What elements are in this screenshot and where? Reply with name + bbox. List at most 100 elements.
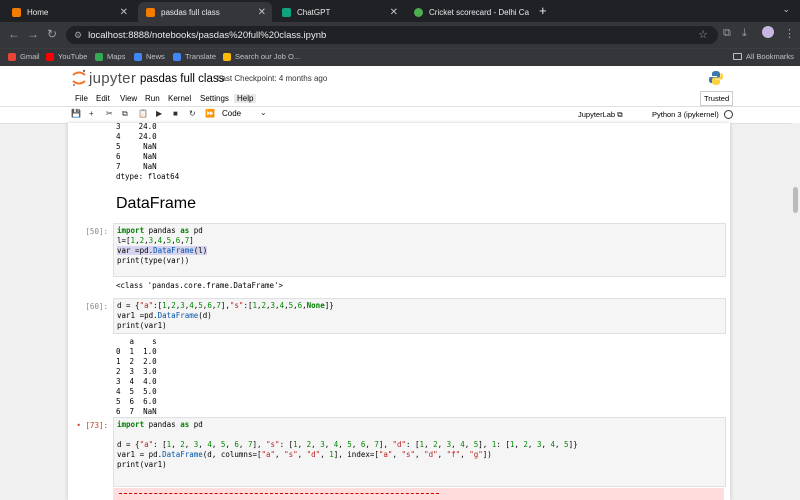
site-info-icon[interactable]: ⚙: [74, 30, 82, 41]
code-token: ,: [198, 440, 208, 449]
python-logo-icon: [709, 71, 723, 85]
youtube-icon: [46, 52, 54, 61]
stop-icon[interactable]: ■: [173, 109, 178, 118]
chevron-down-icon[interactable]: ⌄: [782, 4, 790, 15]
code-token: ,: [324, 440, 334, 449]
bookmark-maps[interactable]: Maps: [95, 52, 125, 61]
code-token: None: [306, 301, 325, 310]
code-token: ,: [275, 450, 285, 459]
code-token: "g": [469, 450, 483, 459]
cell-output-series: 3 24.0 4 24.0 5 NaN 6 NaN 7 NaN dtype: f…: [116, 123, 180, 181]
cricket-favicon-icon: [414, 7, 423, 17]
error-divider: [119, 493, 439, 494]
code-token: DataFrame: [157, 311, 199, 320]
add-cell-icon[interactable]: +: [89, 109, 94, 118]
code-token: ): [202, 246, 208, 255]
code-editor[interactable]: d = {"a":[1,2,3,4,5,6,7],"s":[1,2,3,4,5,…: [114, 299, 725, 333]
menu-kernel[interactable]: Kernel: [168, 94, 191, 103]
trusted-badge[interactable]: Trusted: [700, 91, 734, 106]
tab-pasdas-full-class[interactable]: pasdas full class ✕: [138, 2, 272, 22]
forward-icon[interactable]: →: [27, 27, 39, 41]
code-token: ],: [478, 440, 492, 449]
tab-home[interactable]: Home ✕: [4, 2, 134, 22]
code-token: ,: [184, 440, 194, 449]
code-editor[interactable]: import pandas as pd l=[1,2,3,4,5,6,7] va…: [114, 224, 725, 268]
code-token: ,: [437, 440, 447, 449]
cell-type-select[interactable]: Code: [222, 109, 241, 118]
code-token: ,: [311, 440, 321, 449]
menu-run[interactable]: Run: [145, 94, 160, 103]
menu-help[interactable]: Help: [234, 94, 257, 103]
new-tab-icon[interactable]: +: [539, 3, 547, 18]
code-token: : [: [279, 440, 294, 449]
close-icon[interactable]: ✕: [120, 7, 128, 18]
omnibox[interactable]: ⚙ localhost:8888/notebooks/pasdas%20full…: [66, 26, 718, 44]
bookmark-job-search[interactable]: Search our Job O...: [223, 52, 300, 61]
all-bookmarks[interactable]: All Bookmarks: [733, 52, 794, 61]
bookmark-news[interactable]: News: [134, 52, 165, 61]
code-token: d = {: [117, 301, 140, 310]
last-checkpoint: Last Checkpoint: 4 months ago: [217, 74, 328, 83]
menu-edit[interactable]: Edit: [96, 94, 110, 103]
reload-icon[interactable]: ↻: [47, 27, 57, 41]
avatar[interactable]: [762, 26, 774, 38]
tab-label: Cricket scorecard - Delhi Ca...: [429, 7, 529, 17]
bookmark-gmail[interactable]: Gmail: [8, 52, 40, 61]
restart-run-all-icon[interactable]: ⏩: [205, 109, 215, 118]
translate-icon: [173, 52, 181, 61]
scrollbar-thumb[interactable]: [793, 187, 798, 213]
copy-icon[interactable]: ⧉: [122, 109, 128, 119]
bookmark-translate[interactable]: Translate: [173, 52, 216, 61]
code-token: ,: [297, 440, 307, 449]
notebook-panel: 3 24.0 4 24.0 5 NaN 6 NaN 7 NaN dtype: f…: [68, 123, 730, 500]
browser-tab-strip: Home ✕ pasdas full class ✕ ChatGPT ✕ Cri…: [0, 0, 800, 22]
download-icon[interactable]: ⤓: [742, 27, 747, 40]
more-menu-icon[interactable]: ⋮: [784, 27, 795, 40]
paste-icon[interactable]: 📋: [138, 109, 148, 118]
code-token: ,: [297, 450, 307, 459]
tab-chatgpt[interactable]: ChatGPT ✕: [274, 2, 404, 22]
code-cell-73[interactable]: import pandas as pd d = {"a": [1, 2, 3, …: [113, 417, 726, 487]
jupyter-favicon-icon: [12, 7, 21, 17]
code-token: (d, columns=[: [202, 450, 262, 459]
code-token: "a": [261, 450, 276, 459]
save-icon[interactable]: 💾: [71, 109, 81, 118]
jupyter-favicon-icon: [146, 7, 155, 17]
cut-icon[interactable]: ✂: [106, 109, 113, 118]
run-icon[interactable]: ▶: [156, 109, 162, 118]
gmail-icon: [8, 52, 16, 61]
tab-cricket-scorecard[interactable]: Cricket scorecard - Delhi Ca...: [406, 2, 536, 22]
restart-icon[interactable]: ↻: [189, 109, 196, 118]
menu-file[interactable]: File: [75, 94, 88, 103]
menu-view[interactable]: View: [120, 94, 137, 103]
kernel-name[interactable]: Python 3 (ipykernel): [652, 110, 719, 119]
cell-output-60: a s 0 1 1.0 1 2 2.0 2 3 3.0 3 4 4.0 4 5 …: [116, 337, 157, 416]
code-token: ,: [351, 440, 361, 449]
bookmark-youtube[interactable]: YouTube: [46, 52, 87, 61]
code-token: pandas: [144, 226, 181, 235]
jupyterlab-link[interactable]: JupyterLab ⧉: [578, 110, 623, 120]
code-token: "s": [401, 450, 416, 459]
page-scrollbar[interactable]: [791, 123, 800, 500]
tab-label: ChatGPT: [297, 7, 331, 17]
code-editor[interactable]: import pandas as pd d = {"a": [1, 2, 3, …: [114, 418, 725, 472]
code-cell-50[interactable]: import pandas as pd l=[1,2,3,4,5,6,7] va…: [113, 223, 726, 277]
code-token: ,: [171, 440, 181, 449]
back-icon[interactable]: ←: [8, 27, 20, 41]
jupyter-logo[interactable]: jupyter: [72, 69, 136, 87]
code-token: "s": [284, 450, 298, 459]
code-token: ,: [451, 440, 461, 449]
extension-icon[interactable]: ⧉: [723, 27, 731, 40]
code-token: : [: [496, 440, 510, 449]
chevron-down-icon[interactable]: ⌄: [260, 108, 267, 117]
code-token: ,: [320, 450, 330, 459]
menu-settings[interactable]: Settings: [200, 94, 229, 103]
close-icon[interactable]: ✕: [390, 7, 398, 18]
close-icon[interactable]: ✕: [258, 7, 266, 18]
code-cell-60[interactable]: d = {"a":[1,2,3,4,5,6,7],"s":[1,2,3,4,5,…: [113, 298, 726, 334]
url-text: localhost:8888/notebooks/pasdas%20full%2…: [88, 29, 327, 41]
code-token: var =pd.: [117, 246, 154, 255]
code-token: ,: [437, 450, 447, 459]
notebook-title[interactable]: pasdas full class: [140, 73, 224, 85]
star-icon[interactable]: ☆: [698, 28, 708, 41]
